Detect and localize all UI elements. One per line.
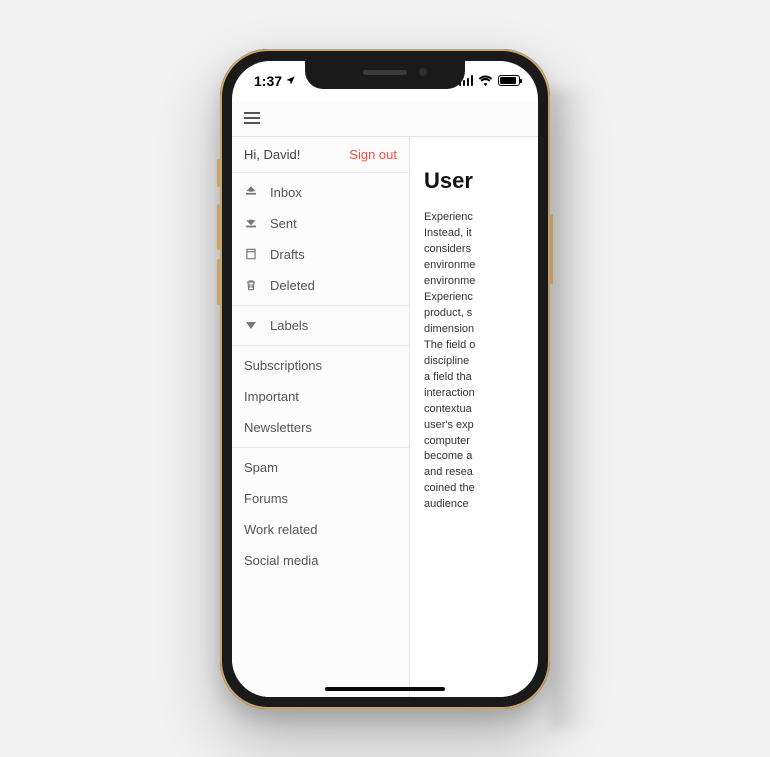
article-line: become a — [424, 449, 534, 465]
sidebar-item-important[interactable]: Important — [232, 381, 409, 412]
sign-out-link[interactable]: Sign out — [349, 147, 397, 162]
article-line: The field o — [424, 338, 534, 354]
article-line: interaction — [424, 386, 534, 402]
article-line: Experienc — [424, 210, 534, 226]
article-line: Instead, it — [424, 226, 534, 242]
sidebar-item-label: Forums — [244, 491, 288, 506]
phone-side-button — [217, 259, 220, 305]
article-line: coined the — [424, 481, 534, 497]
main-content[interactable]: User Experienc Instead, it considers env… — [410, 137, 538, 697]
phone-mockup: 1:37 — [220, 49, 550, 709]
phone-side-button — [550, 214, 553, 284]
article-line: and resea — [424, 465, 534, 481]
labels-section-b: Spam Forums Work related Social media — [232, 448, 409, 580]
status-time: 1:37 — [254, 73, 282, 89]
labels-section-a: Subscriptions Important Newsletters — [232, 346, 409, 448]
inbox-icon — [244, 185, 258, 199]
sidebar-item-label: Labels — [270, 318, 308, 333]
sidebar-item-newsletters[interactable]: Newsletters — [232, 412, 409, 443]
sidebar-item-label: Important — [244, 389, 299, 404]
greeting-text: Hi, David! — [244, 147, 300, 162]
labels-header-section: Labels — [232, 306, 409, 346]
phone-side-button — [217, 204, 220, 250]
article-line: Experienc — [424, 290, 534, 306]
labels-toggle[interactable]: Labels — [232, 310, 409, 341]
article-line: discipline — [424, 354, 534, 370]
folders-section: Inbox Sent Drafts — [232, 173, 409, 306]
sidebar-item-label: Newsletters — [244, 420, 312, 435]
chevron-down-icon — [244, 322, 258, 329]
drafts-icon — [244, 247, 258, 261]
location-services-icon — [285, 75, 296, 86]
sidebar-item-deleted[interactable]: Deleted — [232, 270, 409, 301]
app-topbar — [232, 101, 538, 137]
article-line: contextua — [424, 402, 534, 418]
sidebar-item-label: Drafts — [270, 247, 305, 262]
article-line: considers — [424, 242, 534, 258]
article-line: environme — [424, 274, 534, 290]
article-line: environme — [424, 258, 534, 274]
sidebar-item-inbox[interactable]: Inbox — [232, 177, 409, 208]
trash-icon — [244, 278, 258, 292]
phone-notch — [305, 61, 465, 89]
sidebar-item-label: Deleted — [270, 278, 315, 293]
sidebar-item-subscriptions[interactable]: Subscriptions — [232, 350, 409, 381]
article-title: User — [424, 165, 534, 197]
menu-button[interactable] — [244, 112, 260, 124]
sidebar-item-forums[interactable]: Forums — [232, 483, 409, 514]
sidebar-item-spam[interactable]: Spam — [232, 452, 409, 483]
sidebar-item-label: Sent — [270, 216, 297, 231]
sidebar-item-label: Subscriptions — [244, 358, 322, 373]
sidebar-item-drafts[interactable]: Drafts — [232, 239, 409, 270]
sidebar-item-label: Spam — [244, 460, 278, 475]
article-line: product, s — [424, 306, 534, 322]
sidebar-item-work-related[interactable]: Work related — [232, 514, 409, 545]
wifi-icon — [478, 75, 493, 86]
drawer-header: Hi, David! Sign out — [232, 137, 409, 173]
article-line: user's exp — [424, 418, 534, 434]
article-line: computer — [424, 434, 534, 450]
phone-side-button — [217, 159, 220, 187]
battery-icon — [498, 75, 520, 86]
navigation-drawer[interactable]: Hi, David! Sign out Inbox — [232, 137, 410, 697]
home-indicator[interactable] — [325, 687, 445, 691]
app-content: Hi, David! Sign out Inbox — [232, 101, 538, 697]
sidebar-item-social-media[interactable]: Social media — [232, 545, 409, 576]
phone-screen: 1:37 — [232, 61, 538, 697]
sidebar-item-label: Social media — [244, 553, 318, 568]
article-line: a field tha — [424, 370, 534, 386]
sidebar-item-sent[interactable]: Sent — [232, 208, 409, 239]
sent-icon — [244, 216, 258, 230]
article-line: audience — [424, 497, 534, 513]
sidebar-item-label: Work related — [244, 522, 317, 537]
article-line: dimension — [424, 322, 534, 338]
sidebar-item-label: Inbox — [270, 185, 302, 200]
